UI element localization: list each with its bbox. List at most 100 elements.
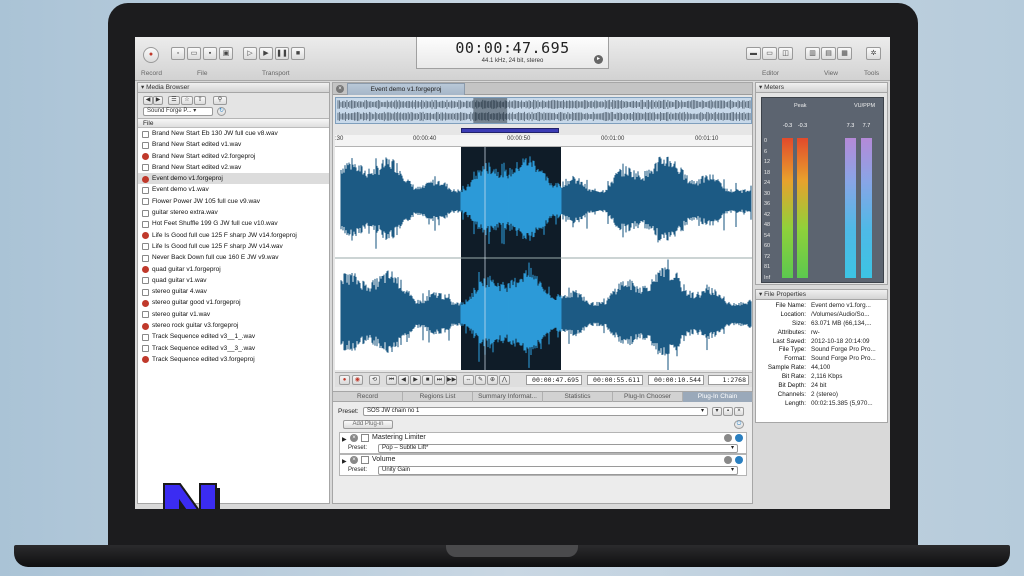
expand-icon[interactable]: ▶ [342,458,347,465]
folder-up-icon[interactable]: ⇧ [194,96,206,105]
gear-icon[interactable]: ✲ [866,47,881,60]
file-item[interactable]: stereo guitar good v1.forgeproj [138,297,329,308]
go-end-icon[interactable]: ⏭ [434,375,445,385]
tab-plugin-chooser[interactable]: Plug-In Chooser [613,392,683,402]
editor-view-3-icon[interactable]: ◫ [778,47,793,60]
pause-icon[interactable]: ❚❚ [275,47,289,60]
file-item[interactable]: Hot Feet Shuffle 199 G JW full cue v10.w… [138,218,329,229]
file-item[interactable]: Event demo v1.wav [138,184,329,195]
plugin-window-icon[interactable] [361,456,369,464]
rewind-icon[interactable]: ◀ [398,375,409,385]
editor-view-2-icon[interactable]: ▭ [762,47,777,60]
media-browser-header[interactable]: ▾ Media Browser [138,83,329,93]
overview-bar[interactable] [335,97,752,124]
refresh-icon[interactable]: ↻ [217,107,226,116]
open-folder-icon[interactable]: ▭ [187,47,201,60]
pencil-tool-icon[interactable]: ✎ [475,375,486,385]
editor-view-1-icon[interactable]: ▬ [746,47,761,60]
file-item[interactable]: stereo rock guitar v3.forgeproj [138,320,329,331]
file-column-header[interactable]: File [138,119,329,128]
chain-bypass-icon[interactable]: ⏻ [734,420,744,429]
view-layout-1-icon[interactable]: ▥ [805,47,820,60]
chain-preset-select[interactable]: SOS JW chain no 1 ▾ [363,407,708,416]
go-start-icon[interactable]: ⏮ [386,375,397,385]
cursor-position-field[interactable]: 00:00:47.695 [526,375,582,385]
audio-file-icon [142,345,149,353]
meter-scale-label: 36 [764,201,771,207]
file-item[interactable]: Life Is Good full cue 125 F sharp JW v14… [138,241,329,252]
file-item[interactable]: Track Sequence edited v3__1_.wav [138,331,329,342]
play-small-icon[interactable]: ▶ [410,375,421,385]
file-item[interactable]: Brand New Start edited v2.wav [138,162,329,173]
play-icon[interactable]: ▶ [259,47,273,60]
plugin-settings-icon[interactable] [724,434,732,442]
search-icon[interactable]: ⚲ [213,96,227,105]
plugin-settings-icon[interactable] [724,456,732,464]
plugin-window-icon[interactable] [361,434,369,442]
remove-plugin-icon[interactable]: × [350,434,358,442]
file-item[interactable]: Track Sequence edited v3.forgeproj [138,354,329,365]
record-arm-icon[interactable]: ◉ [352,375,363,385]
edit-tool-icon[interactable]: ⇔ [463,375,474,385]
forward-icon[interactable]: ▶ [153,96,163,105]
tab-statistics[interactable]: Statistics [543,392,613,402]
file-item[interactable]: Never Back Down full cue 160 E JW v9.wav [138,252,329,263]
property-value: rw- [811,328,820,336]
loop-icon[interactable]: ⟲ [369,375,380,385]
tab-record[interactable]: Record [333,392,403,402]
file-item[interactable]: Brand New Start edited v2.forgeproj [138,151,329,162]
record-icon[interactable]: ● [339,375,350,385]
stop-icon[interactable]: ■ [291,47,305,60]
file-item[interactable]: guitar stereo extra.wav [138,207,329,218]
file-item[interactable]: stereo guitar 4.wav [138,286,329,297]
file-item[interactable]: quad guitar v1.forgeproj [138,264,329,275]
favorite-icon[interactable]: ☆ [181,96,193,105]
tab-plugin-chain[interactable]: Plug-In Chain [683,392,753,402]
view-layout-3-icon[interactable]: ▦ [837,47,852,60]
time-display-menu-icon[interactable]: ▸ [594,55,603,64]
forward-icon[interactable]: ▶▶ [446,375,457,385]
envelope-tool-icon[interactable]: ⋀ [499,375,510,385]
remove-plugin-icon[interactable]: × [350,456,358,464]
tab-summary-information[interactable]: Summary Informat... [473,392,543,402]
waveform-view[interactable] [335,147,752,370]
save-icon[interactable]: ▪ [203,47,217,60]
selection-end-field[interactable]: 00:00:55.611 [587,375,643,385]
file-item[interactable]: stereo guitar v1.wav [138,309,329,320]
plugin-bypass-icon[interactable] [735,456,743,464]
view-layout-2-icon[interactable]: ▤ [821,47,836,60]
back-icon[interactable]: ◀ [143,96,153,105]
meters-header[interactable]: ▾ Meters [756,83,887,93]
location-select[interactable]: Sound Forge P... ▾ [143,107,213,116]
record-toolbar-icon[interactable]: ● [143,47,159,63]
new-file-icon[interactable]: ▫ [171,47,185,60]
file-item[interactable]: Flower Power JW 105 full cue v9.wav [138,196,329,207]
save-preset-icon[interactable]: ▾ [712,407,722,416]
add-plugin-button[interactable]: Add Plug-in [343,420,393,429]
play-all-icon[interactable]: ▷ [243,47,257,60]
file-item[interactable]: Track Sequence edited v3__3_.wav [138,343,329,354]
save-all-icon[interactable]: ▣ [219,47,233,60]
tab-event-demo[interactable]: Event demo v1.forgeproj [347,83,465,95]
file-item[interactable]: Event demo v1.forgeproj [138,173,329,185]
selection-length-field[interactable]: 00:00:10.544 [648,375,704,385]
file-item[interactable]: Life Is Good full cue 125 F sharp JW v14… [138,230,329,241]
selection-range-bar[interactable] [461,128,559,133]
plugin-preset-select[interactable]: Pop – Subtle Lift* ▾ [378,444,738,453]
file-item[interactable]: Brand New Start edited v1.wav [138,139,329,150]
file-item[interactable]: Brand New Start Eb 130 JW full cue v8.wa… [138,128,329,139]
close-tab-icon[interactable]: × [336,85,344,93]
file-item[interactable]: quad guitar v1.wav [138,275,329,286]
save-preset-disk-icon[interactable]: ▪ [723,407,733,416]
expand-icon[interactable]: ▶ [342,436,347,443]
plugin-preset-select[interactable]: Unity Gain ▾ [378,466,738,475]
delete-preset-icon[interactable]: × [734,407,744,416]
zoom-ratio-field[interactable]: 1:2768 [708,375,749,385]
list-view-icon[interactable]: ☰ [168,96,180,105]
stop-small-icon[interactable]: ■ [422,375,433,385]
tab-regions-list[interactable]: Regions List [403,392,473,402]
file-properties-header[interactable]: ▾ File Properties [756,290,887,300]
zoom-tool-icon[interactable]: ⊕ [487,375,498,385]
time-ruler[interactable]: :30 00:00:40 00:00:50 00:01:00 00:01:10 [335,135,752,147]
plugin-bypass-icon[interactable] [735,434,743,442]
